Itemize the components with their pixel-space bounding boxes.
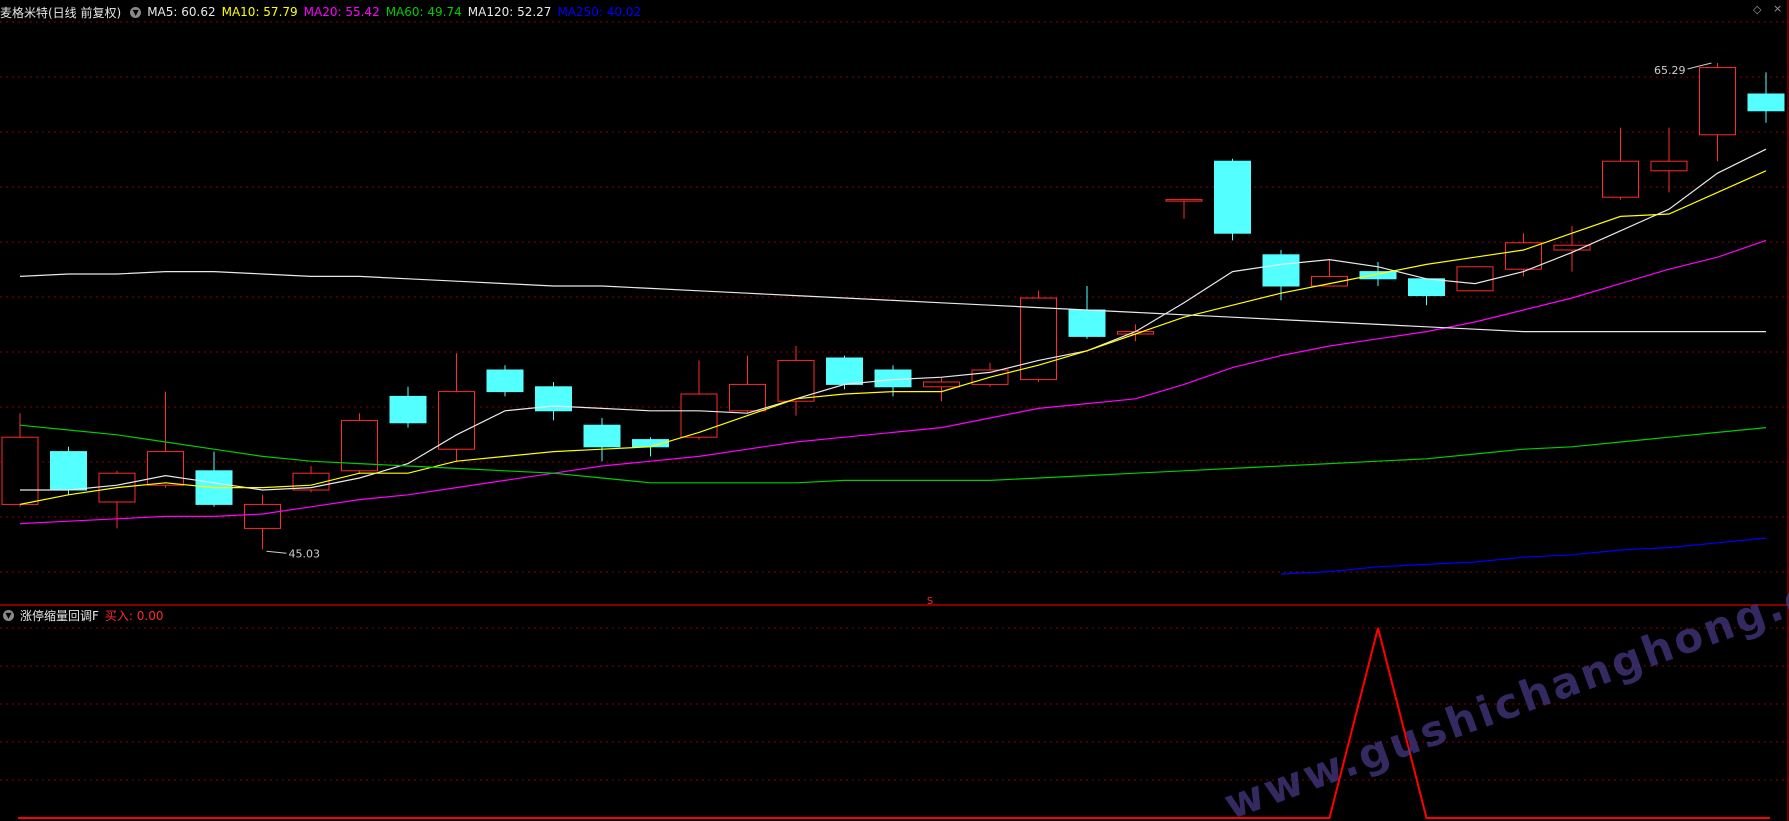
candle-body-up — [1, 436, 39, 505]
stock-title: 麦格米特(日线 前复权) — [0, 5, 122, 20]
candle-body-down — [486, 369, 524, 393]
main-chart-header: 麦格米特(日线 前复权) ▼ MA5: 60.62 MA10: 57.79 MA… — [0, 2, 647, 22]
candle-body-up — [680, 393, 718, 438]
ma60-label: MA60: 49.74 — [385, 5, 462, 19]
ma20-label: MA20: 55.42 — [303, 5, 380, 19]
price-high-label: 65.29 — [1654, 64, 1686, 77]
candle-body-down — [1068, 309, 1106, 337]
watermark-text: www.gushichanghong.com — [1218, 544, 1789, 821]
candle-body-up — [244, 503, 281, 529]
ma-line-ma120 — [19, 271, 1766, 333]
candle-body-down — [583, 424, 621, 448]
ma5-label: MA5: 60.62 — [147, 5, 216, 19]
candle-body-up — [438, 391, 475, 450]
ma-line-ma60 — [19, 424, 1767, 484]
candle-body-down — [1747, 93, 1785, 112]
annotation-arrow — [266, 550, 287, 554]
candle-body-down — [389, 395, 427, 424]
stock-chart[interactable]: S 65.29 45.03 www.gushichanghong.com — [0, 0, 1789, 821]
candle-body-up — [923, 381, 960, 388]
candle-body-up — [729, 383, 766, 412]
ma250-label: MA250: 40.02 — [557, 5, 642, 19]
ma-line-ma250 — [1280, 537, 1767, 575]
close-icon[interactable]: × — [1773, 2, 1782, 15]
candle-body-up — [1165, 199, 1203, 202]
candle-body-up — [1553, 244, 1591, 251]
candle-body-up — [1505, 242, 1542, 270]
candle-body-up — [1699, 67, 1736, 136]
candle-body-down — [1359, 271, 1397, 280]
ma120-label: MA120: 52.27 — [467, 5, 552, 19]
candle-body-up — [147, 451, 184, 486]
diamond-icon[interactable]: ◇ — [1753, 3, 1761, 16]
candle-body-down — [1262, 254, 1300, 287]
event-marker: S — [927, 596, 933, 607]
candle-body-down — [1408, 278, 1445, 297]
ma10-label: MA10: 57.79 — [221, 5, 298, 19]
ma-line-ma10 — [19, 170, 1767, 505]
candle-body-down — [50, 451, 87, 491]
candle-body-up — [1020, 297, 1057, 381]
candle-body-up — [1456, 266, 1494, 292]
collapse-indicator-icon[interactable]: ▼ — [3, 609, 14, 621]
candle-body-down — [1214, 160, 1251, 234]
candle-body-down — [826, 357, 863, 385]
candle-body-up — [1650, 160, 1688, 172]
indicator-header: ▼ 涨停缩量回调F 买入: 0.00 — [0, 605, 169, 625]
ma-line-ma5 — [20, 148, 1767, 491]
indicator-title: 涨停缩量回调F — [20, 608, 99, 623]
collapse-indicator-icon[interactable]: ▼ — [130, 6, 142, 18]
candle-body-up — [1602, 160, 1639, 198]
price-low-label: 45.03 — [289, 547, 321, 560]
signal-value: 买入: 0.00 — [104, 608, 164, 623]
